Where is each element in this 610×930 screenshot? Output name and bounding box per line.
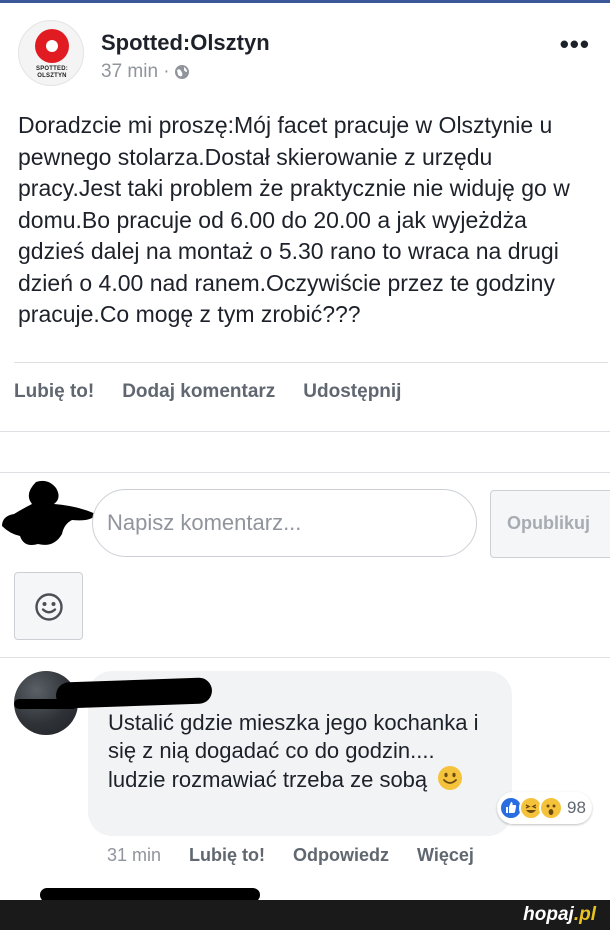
reactions-summary[interactable]: 98 xyxy=(497,792,592,824)
page-avatar[interactable]: SPOTTED: OLSZTYN xyxy=(18,20,84,86)
comment-text-content: Ustalić gdzie mieszka jego kochanka i si… xyxy=(108,710,479,792)
emoji-button[interactable] xyxy=(14,572,83,640)
logo-text: SPOTTED: OLSZTYN xyxy=(25,66,79,80)
divider xyxy=(14,362,608,363)
logo-ring-icon xyxy=(35,29,69,63)
divider xyxy=(0,657,610,658)
watermark-bar: hopaj.pl xyxy=(0,900,610,930)
more-options-icon[interactable]: ••• xyxy=(560,31,590,57)
smiley-icon xyxy=(35,593,63,621)
smile-emoji-icon xyxy=(438,766,463,790)
watermark-main: hopaj xyxy=(523,904,574,925)
post-actions: Lubię to! Dodaj komentarz Udostępnij xyxy=(14,381,401,403)
comment-reply-button[interactable]: Odpowiedz xyxy=(293,845,389,866)
comment-text: Ustalić gdzie mieszka jego kochanka i si… xyxy=(108,709,498,794)
post-timestamp[interactable]: 37 min · xyxy=(101,61,190,83)
top-border xyxy=(0,0,610,3)
comment-meta: 31 min Lubię to! Odpowiedz Więcej xyxy=(107,845,502,866)
logo-text-line1: SPOTTED: xyxy=(36,66,68,72)
watermark: hopaj.pl xyxy=(523,904,596,926)
share-button[interactable]: Udostępnij xyxy=(303,381,401,403)
wow-reaction-icon xyxy=(539,796,563,820)
reaction-count: 98 xyxy=(567,798,586,817)
author-name-redaction xyxy=(55,677,213,709)
like-button[interactable]: Lubię to! xyxy=(14,381,94,403)
divider xyxy=(0,431,610,432)
add-comment-button[interactable]: Dodaj komentarz xyxy=(122,381,275,403)
comment-input[interactable]: Napisz komentarz... xyxy=(92,489,477,557)
page-name[interactable]: Spotted:Olsztyn xyxy=(101,30,270,56)
divider xyxy=(0,472,610,473)
comment-more-button[interactable]: Więcej xyxy=(417,845,474,866)
logo-text-line2: OLSZTYN xyxy=(37,73,67,79)
user-avatar-redacted xyxy=(2,480,96,545)
post-header: SPOTTED: OLSZTYN Spotted:Olsztyn 37 min … xyxy=(18,20,598,90)
post-time-text: 37 min · xyxy=(101,61,170,82)
globe-icon xyxy=(174,65,189,79)
watermark-tld: .pl xyxy=(573,904,596,925)
comment-like-button[interactable]: Lubię to! xyxy=(189,845,265,866)
post-text: Doradzcie mi proszę:Mój facet pracuje w … xyxy=(18,112,570,327)
publish-button[interactable]: Opublikuj xyxy=(490,490,610,558)
comment-time[interactable]: 31 min xyxy=(107,845,161,866)
